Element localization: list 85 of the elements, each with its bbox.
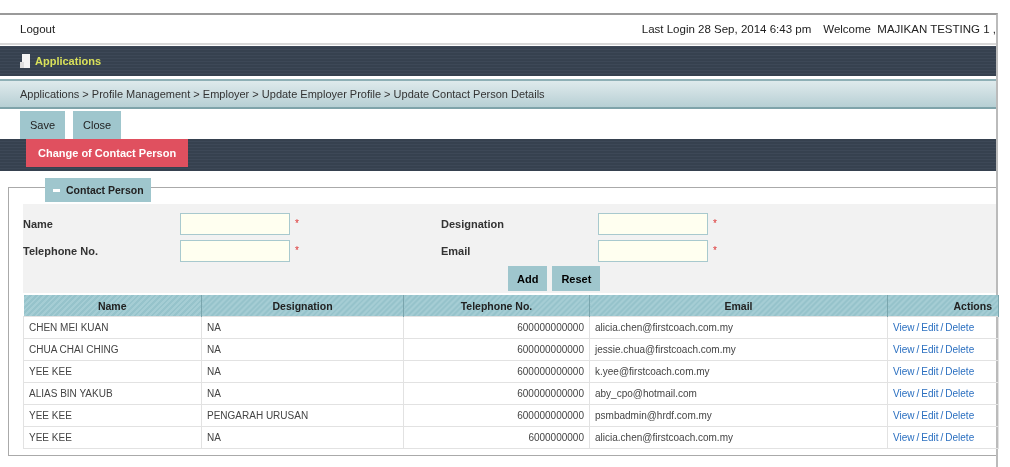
action-link[interactable]: Edit [921, 366, 939, 377]
action-link[interactable]: View [893, 322, 915, 333]
table-cell: YEE KEE [23, 404, 202, 427]
action-link[interactable]: Edit [921, 344, 939, 355]
table-cell: psmbadmin@hrdf.com.my [589, 404, 888, 427]
input-field[interactable] [598, 212, 708, 235]
section-title: Contact Person [66, 184, 144, 196]
table-cell: CHUA CHAI CHING [23, 338, 202, 361]
action-link[interactable]: Edit [921, 322, 939, 333]
action-link[interactable]: Edit [921, 432, 939, 443]
action-link[interactable]: Edit [921, 410, 939, 421]
table-cell: alicia.chen@firstcoach.com.my [589, 426, 888, 449]
field-label: Telephone No. [23, 244, 99, 257]
action-link[interactable]: Delete [945, 410, 975, 421]
table-cell: k.yee@firstcoach.com.my [589, 360, 888, 383]
table-cell: 600000000000 [403, 316, 590, 339]
toolbar-button[interactable]: Close [73, 111, 122, 139]
field-label: Designation [441, 217, 505, 230]
action-link[interactable]: Delete [945, 388, 975, 399]
separator: / [939, 388, 945, 399]
separator: / [915, 344, 921, 355]
separator: / [939, 322, 945, 333]
table-cell: 600000000000 [403, 404, 590, 427]
table-cell: 600000000000 [403, 338, 590, 361]
table-cell: 6000000000 [403, 426, 590, 449]
separator: / [915, 432, 921, 443]
table-cell: jessie.chua@firstcoach.com.my [589, 338, 888, 361]
applications-menu[interactable]: Applications [35, 55, 101, 67]
input-field[interactable] [180, 212, 290, 235]
separator: / [915, 388, 921, 399]
separator: / [939, 366, 945, 377]
action-link[interactable]: View [893, 388, 915, 399]
separator: / [939, 432, 945, 443]
separator: / [915, 366, 921, 377]
table-cell: YEE KEE [23, 360, 202, 383]
action-link[interactable]: Delete [945, 366, 975, 377]
column-header: Name [23, 295, 202, 317]
required-mark: * [712, 218, 718, 229]
toolbar-button[interactable]: Save [20, 111, 66, 139]
field-label: Name [23, 217, 54, 230]
tab[interactable]: Change of Contact Person [26, 139, 189, 167]
form-button[interactable]: Reset [552, 266, 601, 291]
column-header: Email [589, 295, 888, 317]
table-cell: ALIAS BIN YAKUB [23, 382, 202, 405]
column-header: Actions [887, 295, 999, 317]
collapse-icon[interactable] [53, 188, 60, 192]
table-cell: NA [201, 338, 404, 361]
section-header[interactable]: Contact Person [45, 178, 151, 202]
table-cell: 600000000000 [403, 382, 590, 405]
input-field[interactable] [598, 239, 708, 262]
table-cell: NA [201, 316, 404, 339]
table-cell: NA [201, 426, 404, 449]
document-icon [20, 54, 30, 68]
table-cell: alicia.chen@firstcoach.com.my [589, 316, 888, 339]
action-link[interactable]: Delete [945, 322, 975, 333]
table-cell: YEE KEE [23, 426, 202, 449]
column-header: Designation [201, 295, 404, 317]
table-cell: PENGARAH URUSAN [201, 404, 404, 427]
action-link[interactable]: View [893, 344, 915, 355]
table-cell: CHEN MEI KUAN [23, 316, 202, 339]
action-link[interactable]: View [893, 432, 915, 443]
form-button[interactable]: Add [508, 266, 548, 291]
required-mark: * [712, 245, 718, 256]
welcome-text: Welcome MAJIKAN TESTING 1 , [823, 23, 996, 35]
action-link[interactable]: Delete [945, 344, 975, 355]
action-link[interactable]: Delete [945, 432, 975, 443]
separator: / [915, 410, 921, 421]
table-cell: 600000000000 [403, 360, 590, 383]
action-link[interactable]: View [893, 366, 915, 377]
logout-link[interactable]: Logout [20, 23, 56, 35]
separator: / [915, 322, 921, 333]
required-mark: * [294, 218, 300, 229]
table-cell: NA [201, 360, 404, 383]
table-cell: NA [201, 382, 404, 405]
separator: / [939, 344, 945, 355]
action-link[interactable]: Edit [921, 388, 939, 399]
action-link[interactable]: View [893, 410, 915, 421]
field-label: Email [441, 244, 472, 257]
input-field[interactable] [180, 239, 290, 262]
column-header: Telephone No. [403, 295, 590, 317]
last-login-text: Last Login 28 Sep, 2014 6:43 pm [641, 23, 812, 35]
separator: / [939, 410, 945, 421]
breadcrumb: Applications > Profile Management > Employer > Update Employer Profile > Update Contact Person Details [20, 88, 545, 100]
required-mark: * [294, 245, 300, 256]
table-cell: aby_cpo@hotmail.com [589, 382, 888, 405]
